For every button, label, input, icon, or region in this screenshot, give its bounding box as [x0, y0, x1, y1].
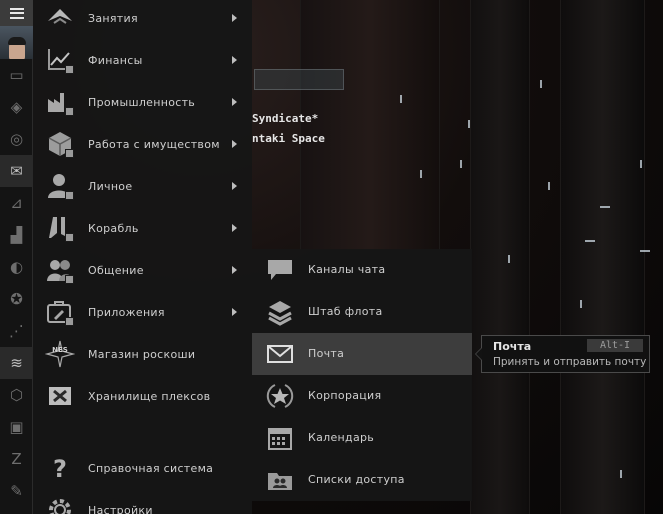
network-icon[interactable]: ⋰ — [0, 315, 33, 347]
menu-item-industry[interactable]: Промышленность — [33, 81, 252, 123]
industry-icon — [45, 87, 75, 117]
menu-item-label: Корабль — [88, 221, 139, 235]
activities-icon — [45, 3, 75, 33]
personal-icon — [45, 171, 75, 201]
fleet-icon — [266, 298, 294, 326]
menu-item-apps[interactable]: Приложения — [33, 291, 252, 333]
submenu-arrow-icon — [232, 98, 237, 106]
magnifier-icon[interactable]: ◎ — [0, 123, 33, 155]
submenu-item-label: Почта — [308, 347, 345, 360]
submenu-item-label: Календарь — [308, 431, 375, 444]
assets-icon — [45, 129, 75, 159]
submenu-arrow-icon — [232, 266, 237, 274]
chat-channels-icon — [266, 256, 294, 284]
menu-item-label: Занятия — [88, 11, 138, 25]
background-search-field[interactable] — [254, 69, 344, 90]
menu-item-label: Настройки — [88, 503, 153, 514]
background-structure — [470, 0, 530, 514]
menu-item-label: Магазин роскоши — [88, 347, 196, 361]
menu-item-label: Общение — [88, 263, 144, 277]
neocom-sidebar: ▭ ◈ ◎ ✉ ⊿ ▟ ◐ ✪ ⋰ ≋ ⬡ ▣ Z ✎ — [0, 0, 33, 514]
menu-item-assets[interactable]: Работа с имуществом — [33, 123, 252, 165]
chat-icon[interactable]: ▭ — [0, 59, 33, 91]
z-icon[interactable]: Z — [0, 443, 33, 475]
submenu-arrow-icon — [232, 56, 237, 64]
box-icon[interactable]: ▣ — [0, 411, 33, 443]
chart-icon[interactable]: ⊿ — [0, 187, 33, 219]
menu-item-label: Промышленность — [88, 95, 196, 109]
menu-item-plex-vault[interactable]: Хранилище плексов — [33, 375, 252, 417]
mail-tooltip: Почта Alt-I Принять и отправить почту — [475, 335, 650, 373]
submenu-item-label: Штаб флота — [308, 305, 383, 318]
nes-icon: NES — [45, 339, 75, 369]
menu-item-label: Приложения — [88, 305, 165, 319]
settings-icon — [45, 495, 75, 514]
submenu-item-calendar[interactable]: Календарь — [252, 417, 472, 459]
menu-item-ship[interactable]: Корабль — [33, 207, 252, 249]
menu-item-help[interactable]: ? Справочная система — [33, 447, 252, 489]
main-menu-panel: Занятия Финансы Промышленность Работа с … — [33, 0, 252, 514]
background-structure — [300, 0, 440, 250]
background-label-corp: Syndicate* — [252, 112, 319, 125]
menu-item-label: Работа с имуществом — [88, 137, 220, 151]
submenu-item-label: Корпорация — [308, 389, 382, 402]
submenu-arrow-icon — [232, 140, 237, 148]
edit-icon[interactable]: ✎ — [0, 475, 33, 507]
help-icon: ? — [45, 453, 75, 483]
tooltip-description: Принять и отправить почту — [493, 356, 647, 368]
menu-item-nes-store[interactable]: NES Магазин роскоши — [33, 333, 252, 375]
menu-item-finance[interactable]: Финансы — [33, 39, 252, 81]
mail-icon — [266, 340, 294, 368]
menu-item-label: Справочная система — [88, 461, 214, 475]
submenu-item-corporation[interactable]: Корпорация — [252, 375, 472, 417]
apps-icon — [45, 297, 75, 327]
submenu-item-label: Списки доступа — [308, 473, 405, 486]
tooltip-title: Почта — [493, 340, 532, 353]
calendar-icon — [266, 424, 294, 452]
submenu-item-access-lists[interactable]: Списки доступа — [252, 459, 472, 501]
menu-item-settings[interactable]: Настройки — [33, 489, 252, 514]
cube-icon[interactable]: ◈ — [0, 91, 33, 123]
mail-icon[interactable]: ✉ — [0, 155, 33, 187]
star-icon[interactable]: ✪ — [0, 283, 33, 315]
layers-icon[interactable]: ≋ — [0, 347, 33, 379]
hamburger-icon — [9, 7, 24, 19]
submenu-item-mail[interactable]: Почта — [252, 333, 472, 375]
submenu-item-label: Каналы чата — [308, 263, 386, 276]
corporation-icon — [266, 382, 294, 410]
submenu-arrow-icon — [232, 224, 237, 232]
social-icon — [45, 255, 75, 285]
background-label-location: ntaki Space — [252, 132, 325, 145]
menu-item-social[interactable]: Общение — [33, 249, 252, 291]
submenu-item-fleet[interactable]: Штаб флота — [252, 291, 472, 333]
social-submenu: Каналы чата Штаб флота Почта Корпорация … — [252, 249, 472, 501]
plex-vault-icon — [45, 381, 75, 411]
tooltip-shortcut: Alt-I — [587, 339, 643, 352]
menu-item-label: Личное — [88, 179, 133, 193]
submenu-item-chat-channels[interactable]: Каналы чата — [252, 249, 472, 291]
character-avatar[interactable] — [0, 26, 33, 59]
svg-text:?: ? — [53, 455, 67, 483]
menu-item-personal[interactable]: Личное — [33, 165, 252, 207]
ship-icon — [45, 213, 75, 243]
menu-item-label: Финансы — [88, 53, 143, 67]
menu-item-activities[interactable]: Занятия — [33, 0, 252, 39]
submenu-arrow-icon — [232, 308, 237, 316]
background-structure — [560, 0, 645, 514]
factory-icon[interactable]: ▟ — [0, 219, 33, 251]
svg-text:NES: NES — [52, 346, 68, 354]
menu-item-label: Хранилище плексов — [88, 389, 211, 403]
tower-icon[interactable]: ⬡ — [0, 379, 33, 411]
access-lists-icon — [266, 466, 294, 494]
submenu-arrow-icon — [232, 182, 237, 190]
main-menu-button[interactable] — [0, 0, 33, 26]
industry-icon[interactable]: ◐ — [0, 251, 33, 283]
finance-icon — [45, 45, 75, 75]
submenu-arrow-icon — [232, 14, 237, 22]
